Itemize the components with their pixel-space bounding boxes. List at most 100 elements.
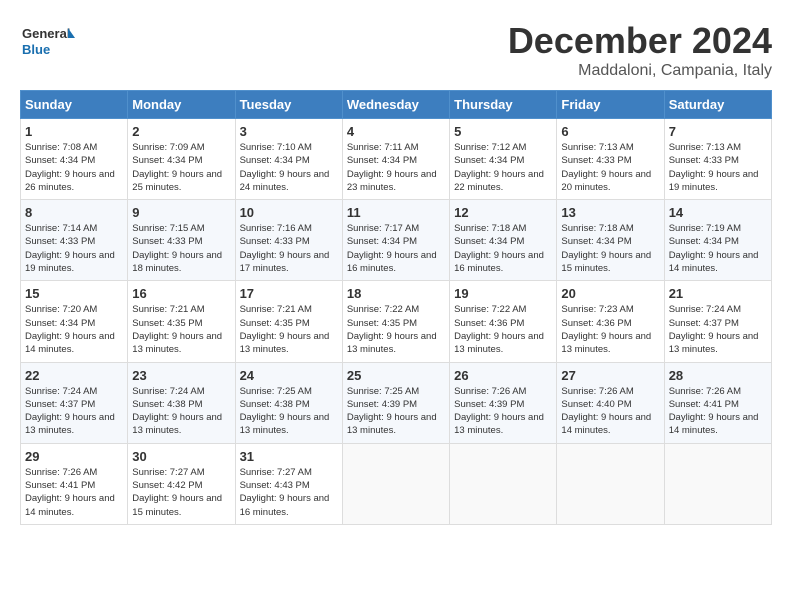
cell-week2-day5: 13 Sunrise: 7:18 AMSunset: 4:34 PMDaylig… xyxy=(557,200,664,281)
cell-week3-day5: 20 Sunrise: 7:23 AMSunset: 4:36 PMDaylig… xyxy=(557,281,664,362)
cell-week2-day0: 8 Sunrise: 7:14 AMSunset: 4:33 PMDayligh… xyxy=(21,200,128,281)
day-info: Sunrise: 7:23 AMSunset: 4:36 PMDaylight:… xyxy=(561,303,659,356)
day-number: 14 xyxy=(669,205,767,220)
cell-week2-day2: 10 Sunrise: 7:16 AMSunset: 4:33 PMDaylig… xyxy=(235,200,342,281)
cell-week1-day2: 3 Sunrise: 7:10 AMSunset: 4:34 PMDayligh… xyxy=(235,119,342,200)
day-number: 13 xyxy=(561,205,659,220)
day-info: Sunrise: 7:12 AMSunset: 4:34 PMDaylight:… xyxy=(454,141,552,194)
day-info: Sunrise: 7:26 AMSunset: 4:39 PMDaylight:… xyxy=(454,385,552,438)
day-info: Sunrise: 7:14 AMSunset: 4:33 PMDaylight:… xyxy=(25,222,123,275)
day-number: 7 xyxy=(669,124,767,139)
cell-week3-day2: 17 Sunrise: 7:21 AMSunset: 4:35 PMDaylig… xyxy=(235,281,342,362)
day-info: Sunrise: 7:09 AMSunset: 4:34 PMDaylight:… xyxy=(132,141,230,194)
day-number: 22 xyxy=(25,368,123,383)
location-title: Maddaloni, Campania, Italy xyxy=(508,62,772,80)
cell-week4-day0: 22 Sunrise: 7:24 AMSunset: 4:37 PMDaylig… xyxy=(21,362,128,443)
day-info: Sunrise: 7:26 AMSunset: 4:41 PMDaylight:… xyxy=(669,385,767,438)
day-number: 25 xyxy=(347,368,445,383)
day-number: 6 xyxy=(561,124,659,139)
cell-week1-day3: 4 Sunrise: 7:11 AMSunset: 4:34 PMDayligh… xyxy=(342,119,449,200)
day-number: 23 xyxy=(132,368,230,383)
day-info: Sunrise: 7:22 AMSunset: 4:35 PMDaylight:… xyxy=(347,303,445,356)
day-info: Sunrise: 7:24 AMSunset: 4:38 PMDaylight:… xyxy=(132,385,230,438)
cell-week5-day4 xyxy=(450,443,557,524)
day-info: Sunrise: 7:27 AMSunset: 4:43 PMDaylight:… xyxy=(240,466,338,519)
header-col-wednesday: Wednesday xyxy=(342,91,449,119)
day-number: 18 xyxy=(347,286,445,301)
day-number: 4 xyxy=(347,124,445,139)
day-info: Sunrise: 7:21 AMSunset: 4:35 PMDaylight:… xyxy=(132,303,230,356)
header-col-monday: Monday xyxy=(128,91,235,119)
cell-week5-day2: 31 Sunrise: 7:27 AMSunset: 4:43 PMDaylig… xyxy=(235,443,342,524)
cell-week2-day6: 14 Sunrise: 7:19 AMSunset: 4:34 PMDaylig… xyxy=(664,200,771,281)
cell-week1-day0: 1 Sunrise: 7:08 AMSunset: 4:34 PMDayligh… xyxy=(21,119,128,200)
svg-text:General: General xyxy=(22,26,70,41)
day-number: 10 xyxy=(240,205,338,220)
day-info: Sunrise: 7:13 AMSunset: 4:33 PMDaylight:… xyxy=(669,141,767,194)
cell-week5-day5 xyxy=(557,443,664,524)
cell-week5-day6 xyxy=(664,443,771,524)
day-info: Sunrise: 7:25 AMSunset: 4:38 PMDaylight:… xyxy=(240,385,338,438)
day-number: 8 xyxy=(25,205,123,220)
cell-week5-day1: 30 Sunrise: 7:27 AMSunset: 4:42 PMDaylig… xyxy=(128,443,235,524)
header-col-tuesday: Tuesday xyxy=(235,91,342,119)
day-number: 19 xyxy=(454,286,552,301)
day-info: Sunrise: 7:26 AMSunset: 4:40 PMDaylight:… xyxy=(561,385,659,438)
day-info: Sunrise: 7:16 AMSunset: 4:33 PMDaylight:… xyxy=(240,222,338,275)
day-number: 16 xyxy=(132,286,230,301)
day-number: 29 xyxy=(25,449,123,464)
cell-week3-day4: 19 Sunrise: 7:22 AMSunset: 4:36 PMDaylig… xyxy=(450,281,557,362)
cell-week3-day3: 18 Sunrise: 7:22 AMSunset: 4:35 PMDaylig… xyxy=(342,281,449,362)
cell-week3-day0: 15 Sunrise: 7:20 AMSunset: 4:34 PMDaylig… xyxy=(21,281,128,362)
header-col-friday: Friday xyxy=(557,91,664,119)
day-number: 21 xyxy=(669,286,767,301)
cell-week4-day4: 26 Sunrise: 7:26 AMSunset: 4:39 PMDaylig… xyxy=(450,362,557,443)
cell-week4-day3: 25 Sunrise: 7:25 AMSunset: 4:39 PMDaylig… xyxy=(342,362,449,443)
cell-week1-day4: 5 Sunrise: 7:12 AMSunset: 4:34 PMDayligh… xyxy=(450,119,557,200)
cell-week5-day3 xyxy=(342,443,449,524)
day-info: Sunrise: 7:08 AMSunset: 4:34 PMDaylight:… xyxy=(25,141,123,194)
month-title: December 2024 xyxy=(508,20,772,62)
day-number: 2 xyxy=(132,124,230,139)
header: General Blue December 2024 Maddaloni, Ca… xyxy=(20,20,772,80)
day-number: 24 xyxy=(240,368,338,383)
day-number: 15 xyxy=(25,286,123,301)
cell-week4-day6: 28 Sunrise: 7:26 AMSunset: 4:41 PMDaylig… xyxy=(664,362,771,443)
day-number: 3 xyxy=(240,124,338,139)
calendar-table: SundayMondayTuesdayWednesdayThursdayFrid… xyxy=(20,90,772,525)
cell-week2-day1: 9 Sunrise: 7:15 AMSunset: 4:33 PMDayligh… xyxy=(128,200,235,281)
day-info: Sunrise: 7:24 AMSunset: 4:37 PMDaylight:… xyxy=(25,385,123,438)
day-info: Sunrise: 7:21 AMSunset: 4:35 PMDaylight:… xyxy=(240,303,338,356)
day-info: Sunrise: 7:22 AMSunset: 4:36 PMDaylight:… xyxy=(454,303,552,356)
cell-week3-day6: 21 Sunrise: 7:24 AMSunset: 4:37 PMDaylig… xyxy=(664,281,771,362)
cell-week4-day5: 27 Sunrise: 7:26 AMSunset: 4:40 PMDaylig… xyxy=(557,362,664,443)
day-info: Sunrise: 7:26 AMSunset: 4:41 PMDaylight:… xyxy=(25,466,123,519)
header-col-saturday: Saturday xyxy=(664,91,771,119)
day-number: 27 xyxy=(561,368,659,383)
day-info: Sunrise: 7:19 AMSunset: 4:34 PMDaylight:… xyxy=(669,222,767,275)
day-info: Sunrise: 7:25 AMSunset: 4:39 PMDaylight:… xyxy=(347,385,445,438)
day-number: 5 xyxy=(454,124,552,139)
day-info: Sunrise: 7:10 AMSunset: 4:34 PMDaylight:… xyxy=(240,141,338,194)
day-info: Sunrise: 7:15 AMSunset: 4:33 PMDaylight:… xyxy=(132,222,230,275)
cell-week5-day0: 29 Sunrise: 7:26 AMSunset: 4:41 PMDaylig… xyxy=(21,443,128,524)
day-number: 11 xyxy=(347,205,445,220)
cell-week2-day3: 11 Sunrise: 7:17 AMSunset: 4:34 PMDaylig… xyxy=(342,200,449,281)
cell-week3-day1: 16 Sunrise: 7:21 AMSunset: 4:35 PMDaylig… xyxy=(128,281,235,362)
day-info: Sunrise: 7:20 AMSunset: 4:34 PMDaylight:… xyxy=(25,303,123,356)
logo: General Blue xyxy=(20,20,75,65)
svg-text:Blue: Blue xyxy=(22,42,50,57)
logo-svg: General Blue xyxy=(20,20,75,65)
day-number: 20 xyxy=(561,286,659,301)
day-info: Sunrise: 7:13 AMSunset: 4:33 PMDaylight:… xyxy=(561,141,659,194)
header-col-sunday: Sunday xyxy=(21,91,128,119)
cell-week4-day2: 24 Sunrise: 7:25 AMSunset: 4:38 PMDaylig… xyxy=(235,362,342,443)
day-number: 9 xyxy=(132,205,230,220)
day-number: 1 xyxy=(25,124,123,139)
day-number: 30 xyxy=(132,449,230,464)
day-number: 28 xyxy=(669,368,767,383)
day-number: 17 xyxy=(240,286,338,301)
day-info: Sunrise: 7:18 AMSunset: 4:34 PMDaylight:… xyxy=(561,222,659,275)
cell-week1-day1: 2 Sunrise: 7:09 AMSunset: 4:34 PMDayligh… xyxy=(128,119,235,200)
cell-week2-day4: 12 Sunrise: 7:18 AMSunset: 4:34 PMDaylig… xyxy=(450,200,557,281)
